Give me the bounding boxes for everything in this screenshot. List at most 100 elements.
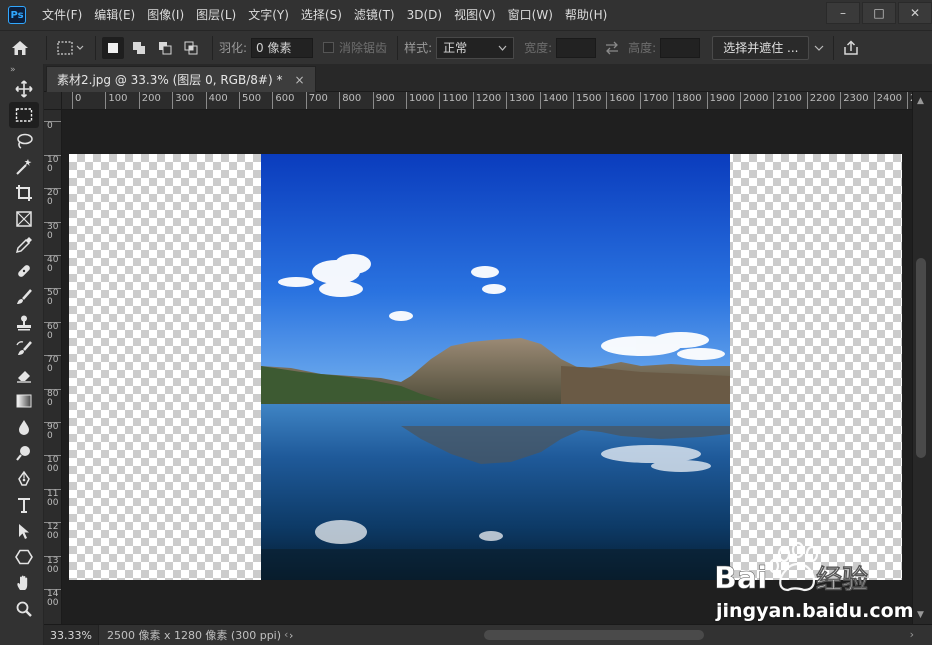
new-selection-icon[interactable]	[102, 36, 124, 59]
dodge-tool-icon[interactable]	[9, 440, 39, 466]
horizontal-ruler[interactable]: 0 100 200 300 400 500 600 700 800 900 1000 1100 1200…	[62, 92, 912, 110]
ruler-tick-label: 1300	[44, 555, 61, 589]
collapse-panel-icon[interactable]: »	[0, 64, 43, 76]
history-brush-tool-icon[interactable]	[9, 336, 39, 362]
ruler-tick-label: 900	[372, 92, 395, 109]
frame-tool-icon[interactable]	[9, 206, 39, 232]
close-icon[interactable]: ×	[294, 73, 304, 87]
menu-filter[interactable]: 滤镜(T)	[348, 0, 401, 30]
ruler-tick-label: 100	[44, 154, 61, 188]
ruler-tick-label: 500	[44, 288, 61, 321]
ruler-tick-label: 700	[305, 92, 328, 109]
baidu-jingyan-watermark: Bai 经验 jingyan.baidu.com	[712, 540, 914, 630]
scroll-down-icon[interactable]: ▼	[917, 610, 924, 620]
baidu-paw-logo-icon: Bai 经验	[714, 541, 868, 596]
clone-stamp-tool-icon[interactable]	[9, 310, 39, 336]
ruler-tick-label: 1100	[439, 92, 468, 109]
chevron-down-icon	[498, 45, 507, 51]
ruler-tick-label: 500	[239, 92, 261, 109]
swap-icon[interactable]	[596, 36, 628, 60]
gradient-tool-icon[interactable]	[9, 388, 39, 414]
ruler-tick-label: 1000	[406, 92, 434, 109]
healing-brush-tool-icon[interactable]	[9, 258, 39, 284]
ruler-tick-label: 300	[44, 221, 61, 255]
ruler-origin[interactable]	[44, 92, 62, 110]
ruler-tick-label: 400	[44, 255, 61, 288]
document-tab[interactable]: 素材2.jpg @ 33.3% (图层 0, RGB/8#) * ×	[46, 66, 316, 92]
ruler-tick-label: 300	[172, 92, 194, 109]
height-input[interactable]	[660, 37, 701, 58]
type-tool-icon[interactable]	[9, 492, 39, 518]
style-select[interactable]: 正常	[436, 36, 515, 59]
feather-label: 羽化:	[219, 41, 248, 55]
watermark-brand-cn: 经验	[816, 564, 868, 595]
separator	[833, 35, 835, 60]
horizontal-scroll-thumb[interactable]	[484, 630, 704, 640]
ruler-tick-label: 400	[205, 92, 228, 109]
zoom-tool-icon[interactable]	[9, 596, 39, 622]
rectangular-marquee-tool-icon[interactable]	[9, 102, 39, 128]
menu-edit[interactable]: 编辑(E)	[88, 0, 141, 30]
maximize-button[interactable]: □	[862, 2, 896, 24]
menu-type[interactable]: 文字(Y)	[242, 0, 295, 30]
polygon-tool-icon[interactable]	[9, 544, 39, 570]
subtract-from-selection-icon[interactable]	[154, 37, 176, 59]
lake-mountain-photo	[261, 154, 730, 580]
options-bar: 羽化: 0 像素 消除锯齿 样式: 正常 宽度: 高度: 选择并遮住 ...	[0, 30, 932, 64]
ruler-tick-label: 600	[44, 321, 61, 355]
ruler-tick-label: 1300	[506, 92, 535, 109]
menu-select[interactable]: 选择(S)	[295, 0, 348, 30]
hand-tool-icon[interactable]	[9, 570, 39, 596]
document-canvas[interactable]	[69, 154, 902, 580]
select-and-mask-button[interactable]: 选择并遮住 ...	[712, 35, 810, 60]
menu-view[interactable]: 视图(V)	[448, 0, 502, 30]
magic-wand-tool-icon[interactable]	[9, 154, 39, 180]
brush-tool-icon[interactable]	[9, 284, 39, 310]
feather-input[interactable]: 0 像素	[251, 37, 314, 58]
lasso-tool-icon[interactable]	[9, 128, 39, 154]
pen-tool-icon[interactable]	[9, 466, 39, 492]
width-input[interactable]	[556, 37, 597, 58]
vertical-scroll-thumb[interactable]	[916, 258, 926, 458]
menu-help[interactable]: 帮助(H)	[559, 0, 613, 30]
ruler-tick-label: 100	[44, 110, 61, 121]
height-label: 高度:	[628, 41, 657, 55]
eraser-tool-icon[interactable]	[9, 362, 39, 388]
intersect-selection-icon[interactable]	[180, 37, 202, 59]
ruler-tick-label: 200	[138, 92, 161, 109]
vertical-ruler[interactable]: 1000100200300400500600700800900100011001…	[44, 110, 62, 624]
ruler-tick-label: 200	[44, 188, 61, 221]
width-label: 宽度:	[524, 41, 553, 55]
ruler-tick-label: 1400	[44, 589, 61, 622]
scroll-up-icon[interactable]: ▲	[917, 96, 924, 106]
marquee-preset-icon[interactable]	[53, 33, 89, 63]
menu-file[interactable]: 文件(F)	[36, 0, 88, 30]
antialias-checkbox[interactable]	[323, 42, 335, 53]
separator	[397, 35, 399, 60]
ruler-tick-label: 900	[44, 422, 61, 455]
eyedropper-tool-icon[interactable]	[9, 232, 39, 258]
ruler-tick-label: 1200	[472, 92, 501, 109]
menu-window[interactable]: 窗口(W)	[502, 0, 559, 30]
horizontal-scrollbar[interactable]: ‹ ›	[284, 628, 914, 642]
path-selection-tool-icon[interactable]	[9, 518, 39, 544]
crop-tool-icon[interactable]	[9, 180, 39, 206]
close-button[interactable]: ✕	[898, 2, 932, 24]
ruler-tick-label: 1100	[44, 488, 61, 522]
vertical-scrollbar[interactable]: ▲ ▼	[912, 92, 932, 624]
move-tool-icon[interactable]	[9, 76, 39, 102]
document-info: 2500 像素 x 1280 像素 (300 ppi)	[106, 629, 282, 642]
share-icon[interactable]	[840, 36, 862, 60]
minimize-button[interactable]: –	[826, 2, 860, 24]
zoom-level-field[interactable]: 33.33%	[44, 624, 99, 645]
menu-image[interactable]: 图像(I)	[141, 0, 190, 30]
chevron-down-icon[interactable]	[811, 43, 827, 53]
ruler-tick-label: 1700	[639, 92, 668, 109]
menu-layer[interactable]: 图层(L)	[190, 0, 242, 30]
home-icon[interactable]	[0, 33, 40, 63]
add-to-selection-icon[interactable]	[128, 37, 150, 59]
separator	[95, 35, 96, 60]
scroll-left-icon[interactable]: ‹	[284, 628, 288, 641]
menu-3d[interactable]: 3D(D)	[401, 0, 448, 30]
blur-tool-icon[interactable]	[9, 414, 39, 440]
